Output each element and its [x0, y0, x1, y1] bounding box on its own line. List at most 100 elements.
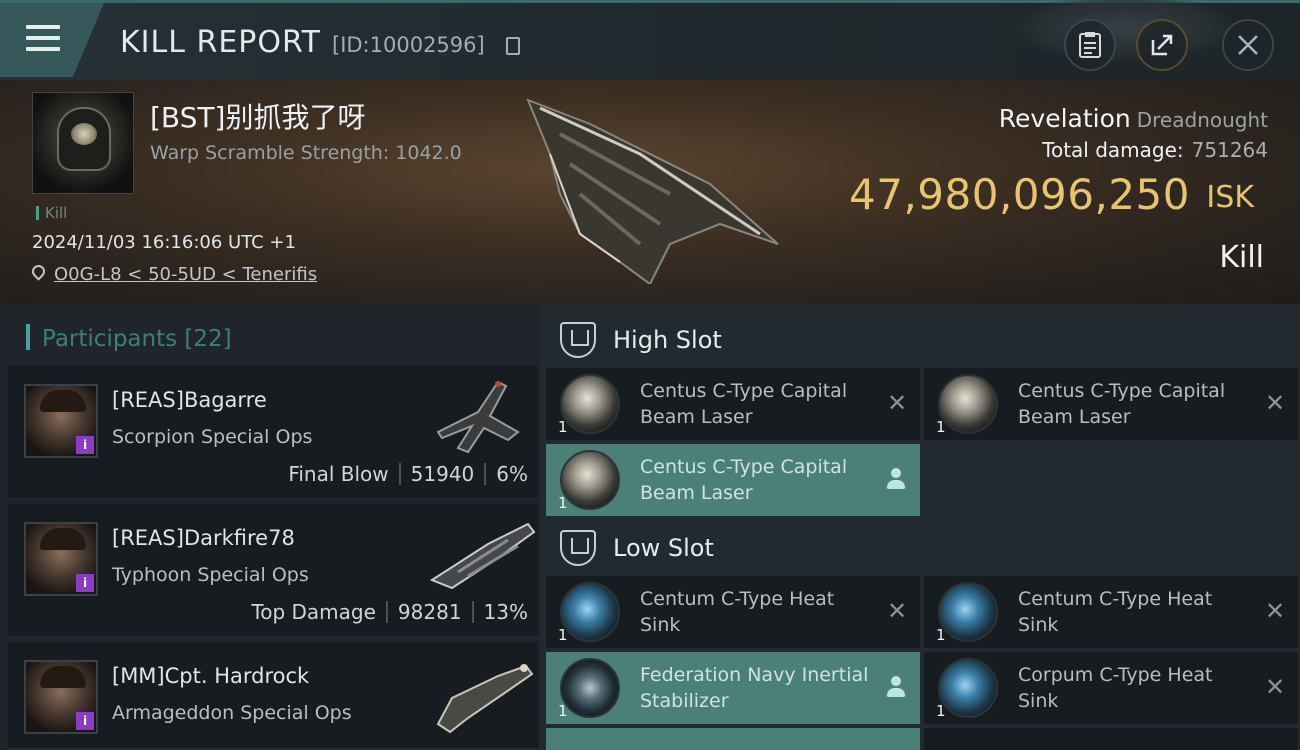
ship-name: Revelation Dreadnought [999, 104, 1268, 133]
heat-sink-icon [560, 582, 620, 642]
participant-row[interactable]: i [REAS]Darkfire78 Typhoon Special Ops T… [8, 504, 538, 638]
beam-laser-icon [560, 374, 620, 434]
fitting-panel: High Slot 1 Centus C-Type Capital Beam L… [540, 304, 1300, 750]
report-id: [ID:10002596] [332, 33, 485, 57]
victim-portrait[interactable] [32, 92, 134, 194]
location-link[interactable]: O0G-L8 < 50-5UD < Tenerifis [54, 264, 317, 285]
participant-stats: Final Blow 51940 6% [288, 462, 528, 486]
participant-name: [REAS]Darkfire78 [112, 526, 295, 550]
module-card[interactable]: 1 Federation Navy Inertial Stabilizer [546, 652, 920, 724]
participant-percent: 6% [496, 462, 528, 486]
menu-tab[interactable] [0, 3, 104, 77]
info-badge-icon: i [76, 712, 94, 730]
module-quantity: 1 [558, 418, 568, 436]
info-badge-icon: i [76, 574, 94, 592]
module-card[interactable]: 1 Centus C-Type Capital Beam Laser ✕ [546, 368, 920, 440]
top-bar: KILL REPORT [ID:10002596] [0, 0, 1300, 80]
hamburger-menu-icon[interactable] [26, 25, 64, 55]
isk-unit: ISK [1206, 180, 1254, 215]
module-card[interactable]: 1 Centus C-Type Capital Beam Laser ✕ [924, 368, 1298, 440]
total-damage-label: Total damage: [1042, 138, 1184, 162]
dropped-person-icon [886, 468, 906, 490]
close-button[interactable] [1222, 19, 1274, 71]
clipboard-button[interactable] [1064, 19, 1116, 71]
heat-sink-icon [938, 582, 998, 642]
participant-ship: Armageddon Special Ops [112, 702, 352, 724]
high-slot-title: High Slot [613, 326, 722, 354]
page-title: KILL REPORT [120, 25, 321, 60]
victim-name[interactable]: [BST]别抓我了呀 [150, 96, 365, 136]
high-slot-icon [560, 322, 596, 358]
low-slot-title: Low Slot [613, 534, 714, 562]
module-name: Corpum C-Type Heat Sink [1018, 664, 1213, 712]
copy-icon[interactable] [506, 37, 520, 55]
module-card[interactable]: 1 Centum C-Type Heat Sink ✕ [924, 576, 1298, 648]
participant-damage: 98281 [397, 600, 462, 624]
module-name: Centus C-Type Capital Beam Laser [640, 456, 848, 504]
participant-role: Final Blow [288, 462, 389, 486]
participant-stats: Top Damage 98281 13% [251, 600, 528, 624]
participant-ship: Typhoon Special Ops [112, 564, 309, 586]
module-quantity: 1 [936, 702, 946, 720]
ship-image [526, 98, 779, 284]
participant-damage: 51940 [410, 462, 475, 486]
destroyed-icon: ✕ [886, 389, 908, 417]
participant-name: [REAS]Bagarre [112, 388, 267, 412]
participant-row[interactable]: i [MM]Cpt. Hardrock Armageddon Special O… [8, 642, 538, 750]
module-card[interactable]: 1 Centum C-Type Heat Sink ✕ [546, 576, 920, 648]
scorpion-ship-icon [436, 380, 520, 454]
planet-backdrop [1010, 0, 1240, 63]
module-name: Federation Navy Inertial Stabilizer [640, 664, 869, 712]
beam-laser-icon [560, 450, 620, 510]
module-name: Centus C-Type Capital Beam Laser [1018, 380, 1226, 428]
module-card[interactable]: 1 Corpum C-Type Heat Sink ✕ [924, 652, 1298, 724]
module-name: Centum C-Type Heat Sink [1018, 588, 1213, 636]
participant-avatar: i [24, 522, 98, 596]
kill-banner: [BST]别抓我了呀 Warp Scramble Strength: 1042.… [0, 80, 1300, 304]
isk-value: 47,980,096,250 [849, 170, 1190, 219]
module-quantity: 1 [936, 418, 946, 436]
share-icon [1151, 34, 1173, 56]
kill-tag: Kill [36, 204, 67, 222]
kill-date: 2024/11/03 16:16:06 UTC +1 [32, 232, 296, 253]
heat-sink-icon [938, 658, 998, 718]
participants-header[interactable]: Participants [22] [26, 324, 232, 352]
ship-class: Dreadnought [1136, 108, 1268, 132]
beam-laser-icon [938, 374, 998, 434]
warp-scramble-strength: Warp Scramble Strength: 1042.0 [150, 142, 462, 164]
ship-type: Revelation [998, 104, 1131, 133]
module-quantity: 1 [558, 494, 568, 512]
low-slot-header: Low Slot [540, 516, 1300, 578]
info-badge-icon: i [76, 436, 94, 454]
participant-role: Top Damage [251, 600, 376, 624]
participant-avatar: i [24, 660, 98, 734]
participants-panel: Participants [22] i [REAS]Bagarre Scorpi… [0, 304, 540, 750]
module-card-partial[interactable] [924, 728, 1298, 750]
high-slot-header: High Slot [540, 308, 1300, 370]
module-quantity: 1 [558, 702, 568, 720]
dropped-person-icon [886, 676, 906, 698]
share-button[interactable] [1136, 19, 1188, 71]
participant-row[interactable]: i [REAS]Bagarre Scorpion Special Ops Fin… [8, 366, 538, 500]
close-icon [1238, 35, 1258, 55]
module-card-partial[interactable] [546, 728, 920, 750]
participant-percent: 13% [483, 600, 528, 624]
participant-ship: Scorpion Special Ops [112, 426, 313, 448]
typhoon-ship-icon [429, 522, 536, 590]
kill-result: Kill [1219, 240, 1264, 275]
clipboard-icon [1079, 32, 1101, 58]
low-slot-icon [560, 530, 596, 566]
location-pin-icon [29, 262, 48, 281]
module-name: Centum C-Type Heat Sink [640, 588, 835, 636]
destroyed-icon: ✕ [1264, 597, 1286, 625]
armageddon-ship-icon [436, 664, 534, 734]
participant-name: [MM]Cpt. Hardrock [112, 664, 310, 688]
participant-avatar: i [24, 384, 98, 458]
module-name: Centus C-Type Capital Beam Laser [640, 380, 848, 428]
module-card[interactable]: 1 Centus C-Type Capital Beam Laser [546, 444, 920, 516]
destroyed-icon: ✕ [886, 597, 908, 625]
destroyed-icon: ✕ [1264, 673, 1286, 701]
module-quantity: 1 [936, 626, 946, 644]
destroyed-icon: ✕ [1264, 389, 1286, 417]
total-damage-value: 751264 [1191, 138, 1268, 162]
